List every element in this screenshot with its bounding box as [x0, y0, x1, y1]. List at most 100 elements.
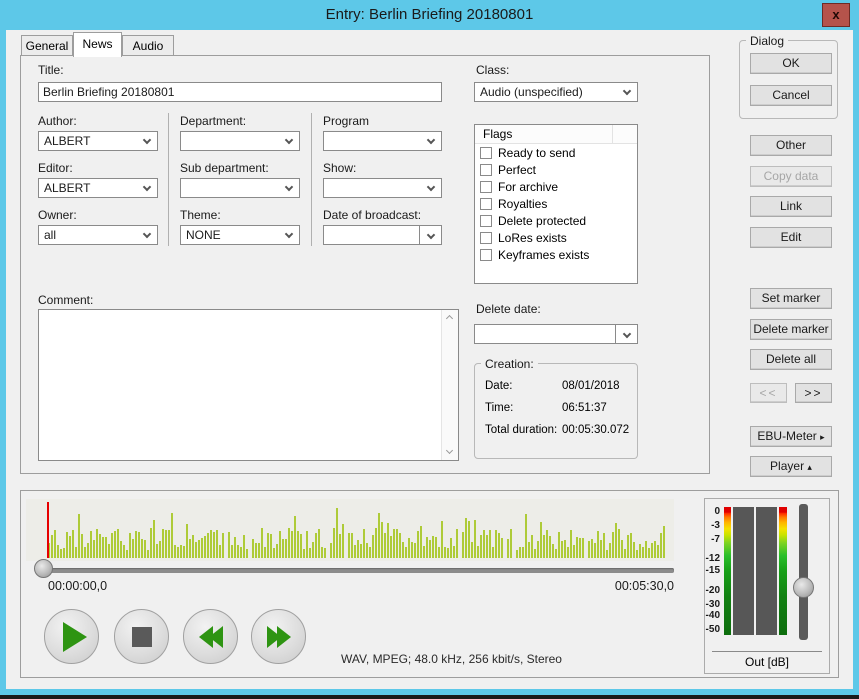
flag-checkbox[interactable] — [480, 215, 492, 227]
waveform-bar — [207, 533, 209, 558]
volume-slider[interactable] — [799, 504, 808, 640]
format-info: WAV, MPEG; 48.0 kHz, 256 kbit/s, Stereo — [341, 652, 562, 666]
creation-date-label: Date: — [485, 380, 513, 392]
delete-date-dropdown-button[interactable] — [615, 325, 637, 343]
waveform-bar — [171, 513, 173, 558]
ok-button[interactable]: OK — [750, 53, 832, 74]
scroll-down-button[interactable] — [442, 444, 458, 460]
waveform-bar — [381, 522, 383, 558]
waveform-bar — [360, 544, 362, 558]
waveform-bar — [288, 528, 290, 558]
waveform-bar — [561, 541, 563, 558]
prev-marker-button[interactable]: << — [750, 383, 787, 403]
flag-row[interactable]: LoRes exists — [475, 229, 637, 246]
waveform-bar — [144, 540, 146, 558]
volume-slider-thumb[interactable] — [793, 577, 814, 598]
set-marker-button[interactable]: Set marker — [750, 288, 832, 309]
comment-scrollbar[interactable] — [441, 310, 458, 460]
waveform-bar — [390, 536, 392, 558]
program-select[interactable] — [323, 131, 442, 151]
edit-button[interactable]: Edit — [750, 227, 832, 248]
sub-department-select[interactable] — [180, 178, 300, 198]
waveform-bar — [156, 544, 158, 558]
editor-select[interactable]: ALBERT — [38, 178, 158, 198]
window-title: Entry: Berlin Briefing 20180801 — [326, 6, 534, 23]
flag-checkbox[interactable] — [480, 181, 492, 193]
seek-slider[interactable] — [43, 568, 674, 573]
waveform-bar — [51, 535, 53, 558]
flag-checkbox[interactable] — [480, 147, 492, 159]
waveform-bar — [93, 540, 95, 558]
dialog-group: Dialog — [739, 40, 838, 119]
comment-input[interactable] — [39, 310, 441, 460]
stop-button[interactable] — [114, 609, 169, 664]
broadcast-date-field[interactable] — [323, 225, 442, 245]
delete-date-field[interactable] — [474, 324, 638, 344]
waveform-bar — [174, 545, 176, 558]
ebu-meter-button[interactable]: EBU-Meter ▸ — [750, 426, 832, 447]
rewind-button[interactable] — [183, 609, 238, 664]
seek-slider-thumb[interactable] — [34, 559, 53, 578]
title-input[interactable] — [38, 82, 442, 102]
copy-data-button[interactable]: Copy data — [750, 166, 832, 187]
close-button[interactable]: x — [822, 3, 850, 27]
waveform-bar — [633, 542, 635, 558]
waveform-bar — [600, 540, 602, 558]
flag-row[interactable]: Keyframes exists — [475, 246, 637, 263]
flag-checkbox[interactable] — [480, 198, 492, 210]
waveform-bar — [414, 543, 416, 558]
owner-select[interactable]: all — [38, 225, 158, 245]
flag-checkbox[interactable] — [480, 164, 492, 176]
next-marker-button[interactable]: >> — [795, 383, 832, 403]
flag-row[interactable]: Ready to send — [475, 144, 637, 161]
flag-row[interactable]: Royalties — [475, 195, 637, 212]
theme-select[interactable]: NONE — [180, 225, 300, 245]
author-select[interactable]: ALBERT — [38, 131, 158, 151]
flag-row[interactable]: Perfect — [475, 161, 637, 178]
tab-audio[interactable]: Audio — [122, 35, 174, 56]
play-icon — [63, 622, 87, 652]
waveform-bar — [261, 528, 263, 558]
flag-row[interactable]: For archive — [475, 178, 637, 195]
department-select[interactable] — [180, 131, 300, 151]
cancel-button[interactable]: Cancel — [750, 85, 832, 106]
tab-general[interactable]: General — [21, 35, 73, 56]
flag-checkbox[interactable] — [480, 249, 492, 261]
fast-forward-button[interactable] — [251, 609, 306, 664]
waveform-display[interactable] — [26, 499, 674, 561]
flag-row[interactable]: Delete protected — [475, 212, 637, 229]
flag-checkbox[interactable] — [480, 232, 492, 244]
waveform-bar — [531, 535, 533, 558]
show-select[interactable] — [323, 178, 442, 198]
creation-group: Creation: Date: 08/01/2018 Time: 06:51:3… — [474, 363, 638, 459]
meter-scale-label: -15 — [705, 566, 720, 576]
waveform-bar — [411, 542, 413, 558]
scroll-up-button[interactable] — [442, 310, 458, 326]
waveform-bar — [108, 544, 110, 558]
tab-news[interactable]: News — [73, 32, 122, 57]
waveform-bar — [657, 545, 659, 558]
delete-marker-button[interactable]: Delete marker — [750, 319, 832, 340]
arrow-right-icon: ▸ — [820, 432, 825, 442]
waveform-bar — [483, 530, 485, 558]
waveform-bar — [237, 545, 239, 558]
waveform-bar — [333, 528, 335, 558]
editor-value: ALBERT — [44, 181, 90, 195]
play-button[interactable] — [44, 609, 99, 664]
waveform-bar — [399, 533, 401, 558]
waveform-bar — [450, 538, 452, 558]
player-button[interactable]: Player ▴ — [750, 456, 832, 477]
class-select[interactable]: Audio (unspecified) — [474, 82, 638, 102]
link-button[interactable]: Link — [750, 196, 832, 217]
delete-all-button[interactable]: Delete all — [750, 349, 832, 370]
waveform-bar — [543, 535, 545, 558]
waveform-bar — [105, 537, 107, 558]
waveform-bar — [246, 549, 248, 558]
other-button[interactable]: Other — [750, 135, 832, 156]
flag-label: LoRes exists — [498, 231, 567, 245]
waveform-bar — [84, 547, 86, 558]
meter-scale-label: -12 — [705, 554, 720, 564]
broadcast-date-dropdown-button[interactable] — [419, 226, 441, 244]
waveform-bar — [510, 529, 512, 558]
waveform-bar — [597, 531, 599, 558]
